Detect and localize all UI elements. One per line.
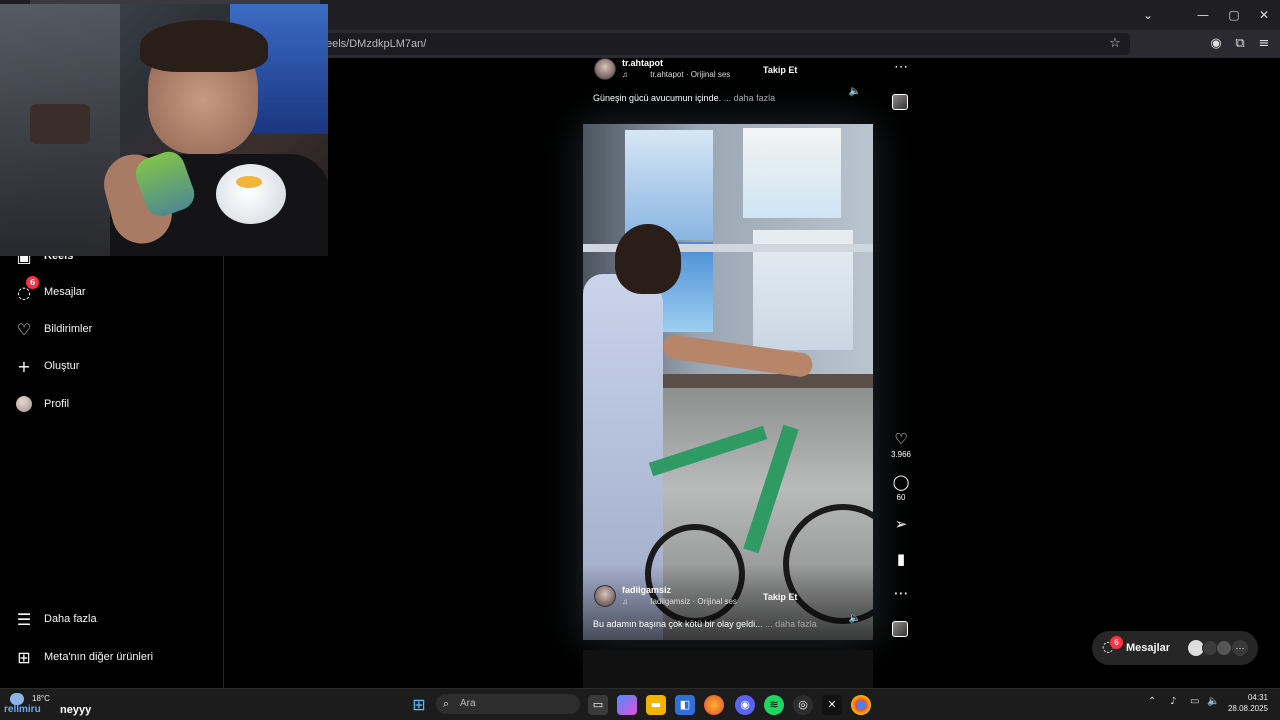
volume-icon[interactable]: 🔈 — [843, 613, 867, 624]
audio-thumbnail[interactable] — [892, 94, 908, 110]
volume-icon[interactable]: 🔈 — [1207, 696, 1219, 707]
taskbar: 18°C rellmiru neyyy ⊞ ▭ ▬ ◧ ◉ ≋ ◎ ✕ — [0, 688, 1280, 720]
more-options-icon: ⋯ — [893, 584, 909, 602]
account-icon[interactable]: ◉ — [1206, 34, 1226, 54]
more-options-button[interactable]: ⋯ — [889, 584, 913, 602]
windows-start-icon[interactable]: ⊞ — [409, 695, 429, 715]
reel-top-audio-label: tr.ahtapot · Orijinal ses — [650, 70, 731, 79]
sidebar-item-create[interactable]: + Oluştur — [14, 351, 79, 381]
avatar — [1216, 640, 1232, 656]
heart-icon: ♡ — [894, 430, 908, 448]
sidebar-item-profile[interactable]: Profil — [14, 389, 69, 419]
reel-top-audio[interactable]: ♫ tr.ahtapot · Orijinal ses — [622, 70, 730, 79]
more-link[interactable]: ... daha fazla — [724, 93, 776, 103]
messages-pill-label: Mesajlar — [1126, 642, 1171, 654]
like-count: 3.966 — [890, 450, 912, 459]
plus-icon: + — [17, 356, 31, 376]
sidebar-item-messages[interactable]: ◌ 6 Mesajlar — [14, 276, 86, 307]
address-bar[interactable]: eels/DMzdkpLM7an/ — [310, 33, 1130, 55]
more-options-icon[interactable]: ⋯ — [889, 58, 913, 75]
taskbar-search[interactable]: Ara — [436, 694, 580, 714]
music-note-icon: ♫ — [622, 597, 631, 606]
reel-top-username[interactable]: tr.ahtapot — [622, 58, 663, 68]
follow-button[interactable]: Takip Et — [757, 589, 803, 605]
unread-badge: 6 — [1110, 636, 1123, 649]
volume-icon[interactable]: 🔈 — [843, 86, 867, 97]
extensions-icon[interactable]: ⧉ — [1230, 34, 1250, 54]
search-icon: ⌕ — [443, 697, 450, 710]
taskbar-time[interactable]: 04:31 — [1226, 693, 1268, 702]
close-button[interactable]: ✕ — [1252, 6, 1276, 24]
stream-overlay-text: rellmiru — [4, 704, 41, 715]
reel-video[interactable] — [583, 124, 873, 640]
menu-icon[interactable]: ≡ — [1254, 34, 1274, 54]
unread-badge: 6 — [26, 276, 39, 289]
reel-top-caption: Güneşin gücü avucumun içinde. ... daha f… — [593, 93, 775, 103]
star-icon[interactable]: ☆ — [1105, 34, 1125, 54]
send-icon: ➢ — [894, 515, 908, 533]
messenger-icon: ◌ 6 — [14, 276, 39, 302]
maximize-button[interactable]: ▢ — [1222, 6, 1246, 24]
reel-audio-label: fadilgamsiz · Orijinal ses — [650, 597, 737, 606]
comment-button[interactable]: ◯ 60 — [889, 473, 913, 502]
next-reel-preview — [583, 650, 873, 688]
stream-overlay-name: neyyy — [60, 704, 92, 716]
taskbar-date[interactable]: 28.08.2025 — [1222, 704, 1268, 713]
save-button[interactable]: ▮ — [889, 550, 913, 568]
sidebar-item-label: Mesajlar — [44, 286, 86, 298]
chrome-icon[interactable] — [851, 695, 871, 715]
sidebar-item-label: Bildirimler — [44, 323, 93, 335]
music-note-icon: ♫ — [622, 70, 631, 79]
weather-temp: 18°C — [32, 694, 50, 703]
microphone-icon[interactable]: ♪ — [1170, 696, 1176, 707]
discord-icon[interactable]: ◉ — [735, 695, 755, 715]
reel-audio[interactable]: ♫ fadilgamsiz · Orijinal ses — [622, 597, 737, 606]
reel-username[interactable]: fadilgamsiz — [622, 585, 671, 595]
reel-caption-text: Bu adamın başına çok kötü bir olay geldi… — [593, 619, 763, 629]
file-explorer-icon[interactable]: ▬ — [646, 695, 666, 715]
grid-icon: ⊞ — [17, 647, 31, 667]
messages-pill[interactable]: ◌ 6 Mesajlar ⋯ — [1092, 631, 1258, 665]
like-button[interactable]: ♡ 3.966 — [889, 430, 913, 459]
spotify-icon[interactable]: ≋ — [764, 695, 784, 715]
comment-icon: ◯ — [892, 473, 910, 491]
task-view-icon[interactable]: ▭ — [588, 695, 608, 715]
webcam-overlay — [0, 4, 328, 256]
copilot-icon[interactable] — [617, 695, 637, 715]
sidebar-item-label: Oluştur — [44, 360, 80, 372]
share-button[interactable]: ➢ — [889, 515, 913, 533]
reel-avatar[interactable] — [594, 585, 616, 607]
sidebar-item-meta-products[interactable]: ⊞ Meta'nın diğer ürünleri — [14, 642, 153, 672]
sidebar-item-more[interactable]: ☰ Daha fazla — [14, 604, 97, 634]
firefox-icon[interactable] — [704, 695, 724, 715]
tray-chevron-icon[interactable]: ⌃ — [1148, 696, 1156, 707]
more-link[interactable]: ... daha fazla — [765, 619, 817, 629]
sidebar-item-label: Profil — [44, 398, 70, 410]
comment-count: 60 — [896, 493, 906, 502]
bookmark-icon: ▮ — [896, 550, 906, 568]
sidebar-item-label: Daha fazla — [44, 613, 97, 625]
sidebar-item-notifications[interactable]: ♡ Bildirimler — [14, 314, 92, 344]
hamburger-icon: ☰ — [16, 609, 32, 629]
audio-thumbnail[interactable] — [892, 621, 908, 637]
profile-avatar — [14, 394, 34, 414]
obs-icon[interactable]: ◎ — [793, 695, 813, 715]
minimize-button[interactable]: — — [1191, 6, 1215, 24]
more-icon: ⋯ — [1232, 640, 1248, 656]
store-icon[interactable]: ◧ — [675, 695, 695, 715]
network-icon[interactable]: ▭ — [1190, 696, 1199, 707]
reel-top-avatar[interactable] — [594, 58, 616, 80]
follow-button[interactable]: Takip Et — [757, 62, 804, 78]
tab-list-dropdown[interactable]: ⌄ — [1136, 6, 1160, 24]
sidebar-item-label: Meta'nın diğer ürünleri — [44, 651, 154, 663]
reel-caption: Bu adamın başına çok kötü bir olay geldi… — [593, 619, 817, 629]
heart-icon: ♡ — [16, 319, 32, 339]
capcut-icon[interactable]: ✕ — [822, 695, 842, 715]
reel-top-caption-text: Güneşin gücü avucumun içinde. — [593, 93, 722, 103]
